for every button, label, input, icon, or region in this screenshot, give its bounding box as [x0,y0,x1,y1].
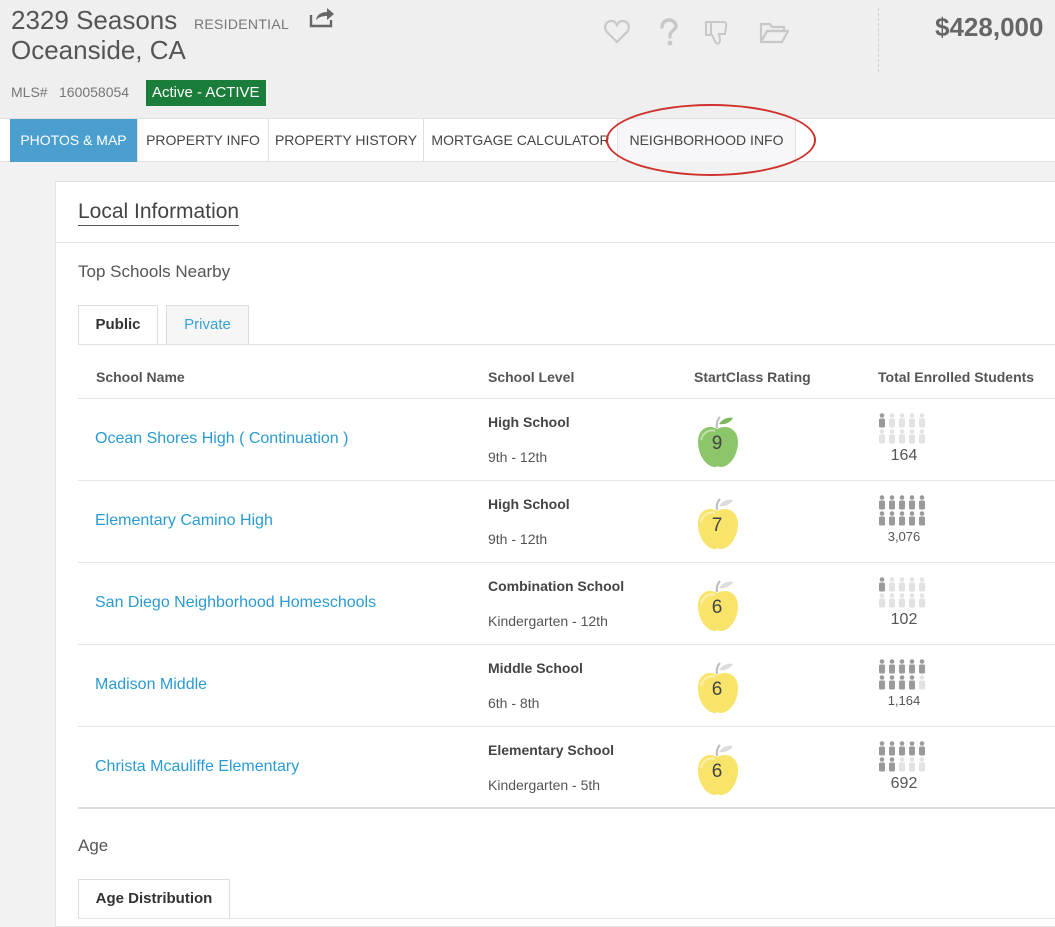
school-name-link[interactable]: Madison Middle [95,676,207,694]
table-row: Christa Mcauliffe Elementary Elementary S… [78,727,1055,809]
header-divider [878,8,879,72]
enrolled-count: 3,076 [887,529,921,544]
tab-property-history[interactable]: PROPERTY HISTORY [269,119,424,162]
folder-icon[interactable] [759,18,789,46]
rating-value: 6 [711,761,723,782]
enrolled-count: 692 [890,775,918,792]
apple-rating-icon: 7 [696,496,744,550]
enrolled-count: 164 [890,447,918,464]
tab-mortgage-calculator[interactable]: MORTGAGE CALCULATOR [424,119,618,162]
mls-number: 160058054 [59,84,130,100]
listing-header: 2329 Seasons Oceanside, CA RESIDENTIAL M… [0,0,1055,118]
age-title: Age [78,836,109,855]
apple-rating-icon: 6 [696,578,744,632]
rating-value: 6 [711,597,723,618]
school-grades: Kindergarten - 12th [488,613,608,629]
school-name-link[interactable]: Elementary Camino High [95,512,273,530]
thumbs-down-icon[interactable] [703,18,731,46]
table-row: Ocean Shores High ( Continuation ) High S… [78,399,1055,481]
enrollment-people-icon [879,659,925,690]
school-grades: Kindergarten - 5th [488,777,601,793]
rating-value: 9 [711,433,723,454]
table-row: Madison Middle Middle School 6th - 8th 6 1,1… [78,645,1055,727]
property-type: RESIDENTIAL [194,16,290,32]
enrolled-count: 1,164 [887,693,921,708]
tab-photos-map[interactable]: PHOTOS & MAP [10,119,138,162]
share-icon[interactable] [308,5,336,29]
status-badge: Active - ACTIVE [146,80,266,106]
rating-value: 7 [711,515,723,536]
enrollment-people-icon [879,577,925,608]
tab-neighborhood-info[interactable]: NEIGHBORHOOD INFO [618,119,796,162]
address-line1: 2329 Seasons [11,5,178,35]
column-header-enrolled: Total Enrolled Students [878,369,1035,385]
school-grades: 6th - 8th [488,695,540,711]
school-level: Combination School [488,578,625,594]
heart-icon[interactable] [603,18,631,46]
tab-age-distribution[interactable]: Age Distribution [78,879,230,919]
question-icon[interactable] [654,18,682,46]
apple-rating-icon: 6 [696,660,744,714]
column-header-school-level: School Level [488,369,575,385]
school-level: Elementary School [488,742,615,758]
listing-tabs: PHOTOS & MAP PROPERTY INFO PROPERTY HIST… [0,118,1055,162]
enrolled-count: 102 [890,611,918,628]
school-grades: 9th - 12th [488,449,548,465]
school-name-link[interactable]: San Diego Neighborhood Homeschools [95,594,376,612]
listing-price: $428,000 [935,12,1044,42]
enrollment-people-icon [879,413,925,444]
school-name-link[interactable]: Christa Mcauliffe Elementary [95,758,299,776]
column-header-school-name: School Name [96,369,185,385]
enrollment-people-icon [879,495,925,526]
tab-public-schools[interactable]: Public [78,305,158,345]
mls-label: MLS# [11,84,48,100]
school-level: Middle School [488,660,583,676]
school-name-link[interactable]: Ocean Shores High ( Continuation ) [95,430,348,448]
table-row: San Diego Neighborhood Homeschools Combin… [78,563,1055,645]
column-header-rating: StartClass Rating [694,369,811,385]
school-level: High School [488,496,570,512]
divider [78,918,1055,919]
local-information-card: Local Information Top Schools Nearby Pub… [55,181,1055,927]
school-grades: 9th - 12th [488,531,548,547]
address-line2: Oceanside, CA [11,35,186,65]
rating-value: 6 [711,679,723,700]
apple-rating-icon: 6 [696,742,744,796]
tab-private-schools[interactable]: Private [166,305,249,345]
divider [56,242,1055,243]
school-level: High School [488,414,570,430]
table-row: Elementary Camino High High School 9th - 1… [78,481,1055,563]
local-information-title: Local Information [78,200,240,226]
tab-property-info[interactable]: PROPERTY INFO [138,119,269,162]
top-schools-title: Top Schools Nearby [78,262,231,281]
divider [78,344,1055,345]
enrollment-people-icon [879,741,925,772]
apple-rating-icon: 9 [696,414,744,468]
